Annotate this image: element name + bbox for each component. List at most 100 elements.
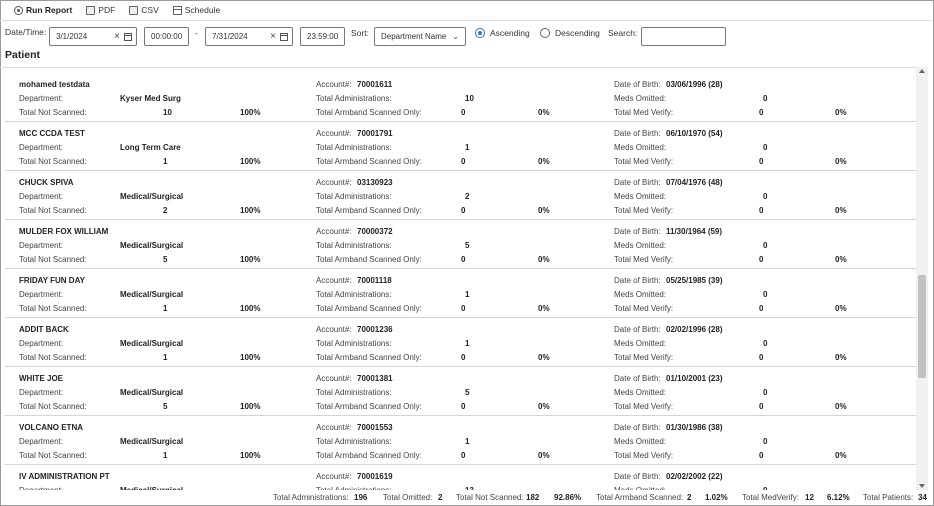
pdf-export-button[interactable]: PDF [86, 5, 115, 15]
not-scanned-label: Total Not Scanned: [19, 451, 87, 460]
not-scanned-value: 1 [163, 304, 168, 313]
descending-label: Descending [555, 28, 600, 38]
patient-list[interactable]: mohamed testdata Department: Kyser Med Sur… [0, 67, 916, 490]
ascending-radio-dot[interactable] [475, 28, 485, 38]
dob-value: 07/04/1976 (48) [666, 178, 723, 187]
end-date-field[interactable]: 7/31/2024 × [205, 27, 293, 46]
descending-radio-dot[interactable] [540, 28, 550, 38]
administrations-value: 5 [465, 388, 470, 397]
account-label: Account#: [316, 325, 352, 334]
patient-record[interactable]: ADDIT BACK Department: Medical/Surgical Tot… [5, 318, 916, 367]
armband-label: Total Armband Scanned Only: [316, 402, 422, 411]
armband-label: Total Armband Scanned Only: [316, 206, 422, 215]
department-value: Medical/Surgical [120, 437, 184, 446]
meds-omitted-value: 0 [763, 388, 768, 397]
med-verify-pct: 0% [835, 255, 847, 264]
start-date-calendar-icon[interactable] [124, 33, 132, 41]
department-value: Kyser Med Surg [120, 94, 181, 103]
armband-pct: 0% [538, 402, 550, 411]
meds-omitted-value: 0 [763, 94, 768, 103]
armband-value: 0 [461, 451, 466, 460]
scroll-up-arrow-icon[interactable] [919, 69, 925, 73]
patient-record[interactable]: MCC CCDA TEST Department: Long Term Care To… [5, 122, 916, 171]
administrations-value: 2 [465, 192, 470, 201]
armband-pct: 0% [538, 157, 550, 166]
patient-record[interactable]: VOLCANO ETNA Department: Medical/Surgical T… [5, 416, 916, 465]
start-time-field[interactable]: 00:00:00 [144, 27, 189, 46]
med-verify-value: 0 [759, 451, 764, 460]
clear-start-date-icon[interactable]: × [114, 31, 120, 42]
armband-pct: 0% [538, 255, 550, 264]
clear-end-date-icon[interactable]: × [270, 31, 276, 42]
total-medverify-value: 12 [805, 493, 814, 502]
not-scanned-value: 2 [163, 206, 168, 215]
patient-record[interactable]: MULDER FOX WILLIAM Department: Medical/Sur… [5, 220, 916, 269]
total-medverify-label: Total MedVerify: [742, 493, 799, 502]
patient-record[interactable]: mohamed testdata Department: Kyser Med Sur… [5, 73, 916, 122]
armband-value: 0 [461, 353, 466, 362]
department-value: Long Term Care [120, 143, 181, 152]
scroll-down-arrow-icon[interactable] [919, 484, 925, 488]
armband-value: 0 [461, 108, 466, 117]
account-label: Account#: [316, 374, 352, 383]
not-scanned-value: 1 [163, 451, 168, 460]
account-value: 70001236 [357, 325, 393, 334]
ascending-radio[interactable]: Ascending [475, 28, 530, 38]
search-input[interactable] [641, 27, 726, 46]
total-administrations-value: 196 [354, 493, 368, 502]
administrations-value: 1 [465, 437, 470, 446]
meds-omitted-label: Meds Omitted: [614, 143, 667, 152]
armband-value: 0 [461, 157, 466, 166]
med-verify-pct: 0% [835, 353, 847, 362]
patient-record[interactable]: WHITE JOE Department: Medical/Surgical Tota… [5, 367, 916, 416]
med-verify-label: Total Med Verify: [614, 304, 674, 313]
patient-name: WHITE JOE [19, 374, 64, 383]
pdf-icon [86, 5, 96, 15]
meds-omitted-label: Meds Omitted: [614, 241, 667, 250]
department-label: Department: [19, 94, 64, 103]
administrations-value: 1 [465, 143, 470, 152]
armband-value: 0 [461, 255, 466, 264]
patient-record[interactable]: CHUCK SPIVA Department: Medical/Surgical To… [5, 171, 916, 220]
account-label: Account#: [316, 472, 352, 481]
descending-radio[interactable]: Descending [540, 28, 600, 38]
vertical-scrollbar[interactable] [916, 67, 928, 490]
run-report-button[interactable]: Run Report [14, 5, 72, 15]
end-date-calendar-icon[interactable] [280, 33, 288, 41]
not-scanned-label: Total Not Scanned: [19, 206, 87, 215]
armband-pct: 0% [538, 353, 550, 362]
administrations-label: Total Administrations: [316, 94, 392, 103]
patient-name: VOLCANO ETNA [19, 423, 83, 432]
med-verify-pct: 0% [835, 304, 847, 313]
total-patients-value: 34 [918, 493, 927, 502]
administrations-value: 1 [465, 290, 470, 299]
start-time-value: 00:00:00 [151, 32, 183, 41]
scrollbar-thumb[interactable] [918, 275, 926, 378]
sort-select[interactable]: Department Name ⌄ [374, 27, 466, 46]
account-label: Account#: [316, 80, 352, 89]
meds-omitted-label: Meds Omitted: [614, 339, 667, 348]
patient-name: FRIDAY FUN DAY [19, 276, 85, 285]
armband-label: Total Armband Scanned Only: [316, 304, 422, 313]
start-date-field[interactable]: 3/1/2024 × [49, 27, 137, 46]
schedule-button[interactable]: Schedule [172, 5, 220, 15]
med-verify-value: 0 [759, 157, 764, 166]
patient-record[interactable]: FRIDAY FUN DAY Department: Medical/Surgica… [5, 269, 916, 318]
department-value: Medical/Surgical [120, 241, 184, 250]
total-armband-label: Total Armband Scanned: [596, 493, 684, 502]
dob-label: Date of Birth: [614, 80, 661, 89]
armband-label: Total Armband Scanned Only: [316, 255, 422, 264]
meds-omitted-label: Meds Omitted: [614, 192, 667, 201]
not-scanned-label: Total Not Scanned: [19, 157, 87, 166]
csv-export-button[interactable]: CSV [129, 5, 159, 15]
account-value: 70001791 [357, 129, 393, 138]
meds-omitted-value: 0 [763, 290, 768, 299]
patient-record[interactable]: IV ADMINISTRATION PTDepartment:Medical/S… [5, 465, 916, 490]
med-verify-pct: 0% [835, 451, 847, 460]
end-time-field[interactable]: 23:59:00 [300, 27, 345, 46]
dob-label: Date of Birth: [614, 129, 661, 138]
armband-pct: 0% [538, 304, 550, 313]
not-scanned-label: Total Not Scanned: [19, 255, 87, 264]
dob-label: Date of Birth: [614, 472, 661, 481]
dob-label: Date of Birth: [614, 325, 661, 334]
